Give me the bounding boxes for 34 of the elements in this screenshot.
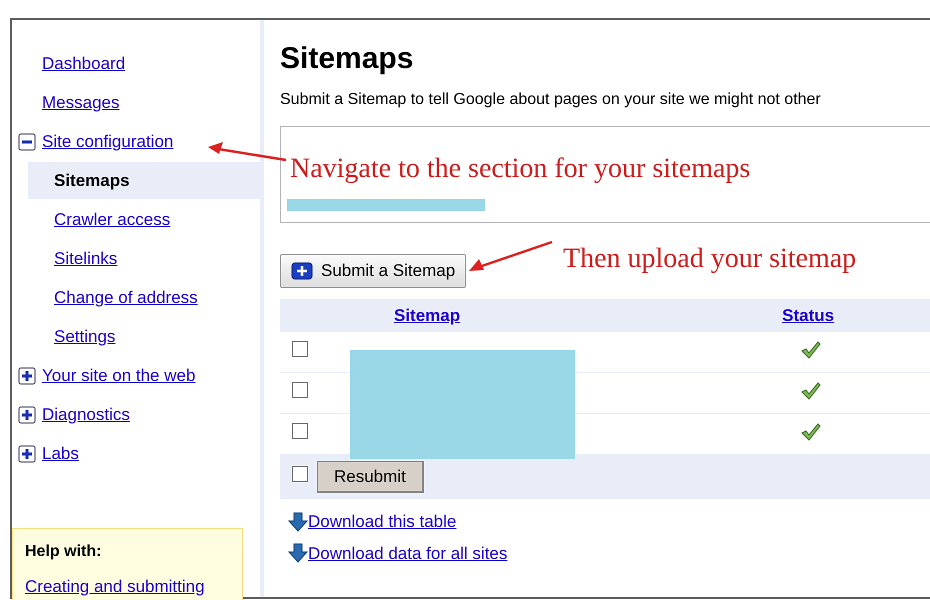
nav-link[interactable]: Your site on the web xyxy=(42,362,196,388)
page-description: Submit a Sitemap to tell Google about pages on your site we might not other xyxy=(280,90,822,110)
plus-icon xyxy=(291,262,313,280)
column-header-link[interactable]: Sitemap xyxy=(394,302,460,328)
annotation-text: Navigate to the section for your sitemaps xyxy=(290,152,750,186)
download-arrow-icon xyxy=(288,512,308,532)
checkbox[interactable] xyxy=(292,423,308,439)
help-heading: Help with: xyxy=(25,542,102,562)
collapse-icon[interactable] xyxy=(18,132,36,150)
checkbox[interactable] xyxy=(292,341,308,357)
download-link[interactable]: Download data for all sites xyxy=(308,540,508,566)
annotation-text: Then upload your sitemap xyxy=(563,242,856,276)
download-link[interactable]: Download this table xyxy=(308,509,456,534)
nav-link[interactable]: Settings xyxy=(28,317,260,356)
page-title: Sitemaps xyxy=(280,41,414,77)
column-header-link[interactable]: Status xyxy=(782,302,834,328)
nav-link[interactable]: Messages xyxy=(42,90,120,116)
checkbox[interactable] xyxy=(292,382,308,398)
nav-link[interactable]: Labs xyxy=(42,440,79,466)
expand-icon[interactable] xyxy=(18,444,36,462)
nav-link[interactable]: Crawler access xyxy=(28,200,260,239)
nav-link[interactable]: Change of address xyxy=(28,278,260,317)
nav-link[interactable]: Diagnostics xyxy=(42,402,130,428)
download-arrow-icon xyxy=(288,543,308,564)
nav-link[interactable]: Sitelinks xyxy=(28,239,260,278)
checkbox[interactable] xyxy=(292,466,308,482)
nav-link[interactable]: Site configuration xyxy=(42,128,174,154)
resubmit-button[interactable]: Resubmit xyxy=(317,461,424,493)
expand-icon[interactable] xyxy=(18,406,36,424)
nav-link[interactable]: Dashboard xyxy=(42,50,126,76)
nav-item-selected[interactable]: Sitemaps xyxy=(28,162,260,199)
expand-icon[interactable] xyxy=(18,366,36,384)
help-link[interactable]: Creating and submitting xyxy=(25,574,242,600)
submit-sitemap-button[interactable]: Submit a Sitemap xyxy=(280,254,466,288)
